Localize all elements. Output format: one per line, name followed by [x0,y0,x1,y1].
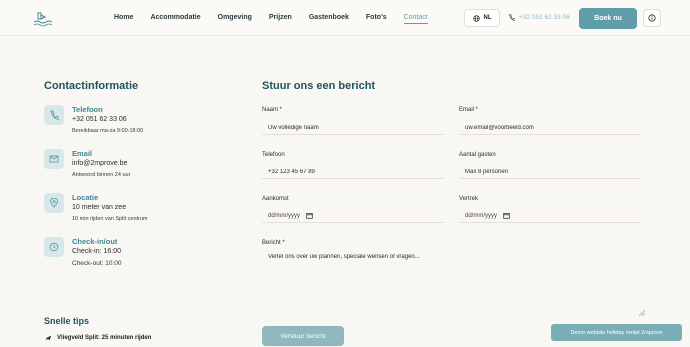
phone-icon [508,14,515,21]
contact-email-response: Antwoord binnen 24 uur [72,172,131,178]
contact-info-title: Contactinformatie [44,80,139,92]
guests-label: Aantal gasten [459,152,496,158]
nav-prijzen[interactable]: Prijzen [269,14,292,24]
top-header: Home Accommodatie Omgeving Prijzen Gaste… [0,0,690,36]
nav-home[interactable]: Home [114,14,133,24]
contact-location-label: Locatie [72,193,99,202]
phone-input[interactable] [262,165,444,179]
departure-date-value: dd/mm/yyyy [465,212,498,219]
header-phone-number: +32 051 62 33 06 [519,14,570,21]
calendar-icon[interactable] [306,212,313,219]
name-input[interactable] [262,121,444,135]
header-phone-link[interactable]: +32 051 62 33 06 [508,14,570,21]
nav-fotos[interactable]: Foto's [366,14,387,24]
contact-location-item: Locatie 10 meter van zee 10 min rijden v… [44,193,234,229]
contact-checkin-time: Check-in: 16:00 [72,248,122,255]
contact-phone-item: Telefoon +32 051 62 33 06 Bereikbaar ma-… [44,105,234,141]
message-textarea[interactable] [262,254,646,316]
contact-email-address[interactable]: info@2mprove.be [72,160,127,167]
contact-location-line1: 10 meter van zee [72,204,127,211]
resize-handle-icon[interactable] [639,310,645,316]
info-button[interactable] [643,9,661,27]
guests-input[interactable] [459,165,641,179]
info-icon [648,14,656,22]
tips-title: Snelle tips [44,316,90,326]
nav-accommodatie[interactable]: Accommodatie [150,14,200,24]
contact-phone-hours: Bereikbaar ma-za 9:00-18:00 [72,128,144,134]
clock-icon [44,237,64,257]
contact-checkout-time: Check-out: 10:00 [72,260,122,267]
contact-checkin-item: Check-in/out Check-in: 16:00 Check-out: … [44,237,234,273]
departure-label: Vertrek [459,196,479,202]
arrival-date-value: dd/mm/yyyy [268,212,301,219]
airplane-icon [44,335,52,341]
submit-button[interactable]: Verstuur bericht [262,326,344,346]
contact-checkin-label: Check-in/out [72,237,118,246]
email-input[interactable] [459,121,641,135]
arrival-label: Aankomst [262,196,289,202]
calendar-icon[interactable] [503,212,510,219]
main-nav: Home Accommodatie Omgeving Prijzen Gaste… [114,14,445,24]
phone-label: Telefoon [262,152,285,158]
mail-icon [44,149,64,169]
contact-location-line2: 10 min rijden van Split centrum [72,216,148,222]
nav-gastenboek[interactable]: Gastenboek [309,14,349,24]
contact-phone-number[interactable]: +32 051 62 33 06 [72,116,127,123]
phone-icon [44,105,64,125]
tip-airport: Vliegveld Split: 25 minuten rijden [57,335,152,341]
tip-item: Vliegveld Split: 25 minuten rijden [44,334,151,342]
contact-email-label: Email [72,149,93,158]
nav-omgeving[interactable]: Omgeving [218,14,252,24]
globe-icon [472,14,480,22]
arrival-date-input[interactable]: dd/mm/yyyy [262,209,444,223]
contact-phone-label: Telefoon [72,105,103,114]
language-label: NL [483,15,492,21]
demo-badge[interactable]: Demo website holiday rental 2mprove [551,324,682,341]
nav-contact[interactable]: Contact [403,14,428,24]
message-label: Bericht * [262,240,285,246]
form-title: Stuur ons een bericht [262,80,376,92]
name-label: Naam * [262,107,283,113]
language-button[interactable]: NL [464,9,500,27]
logo-icon[interactable] [32,9,52,29]
departure-date-input[interactable]: dd/mm/yyyy [459,209,641,223]
book-now-button[interactable]: Boek nu [579,8,637,29]
map-pin-icon [44,193,64,213]
contact-email-item: Email info@2mprove.be Antwoord binnen 24… [44,149,234,185]
email-label: Email * [459,107,479,113]
